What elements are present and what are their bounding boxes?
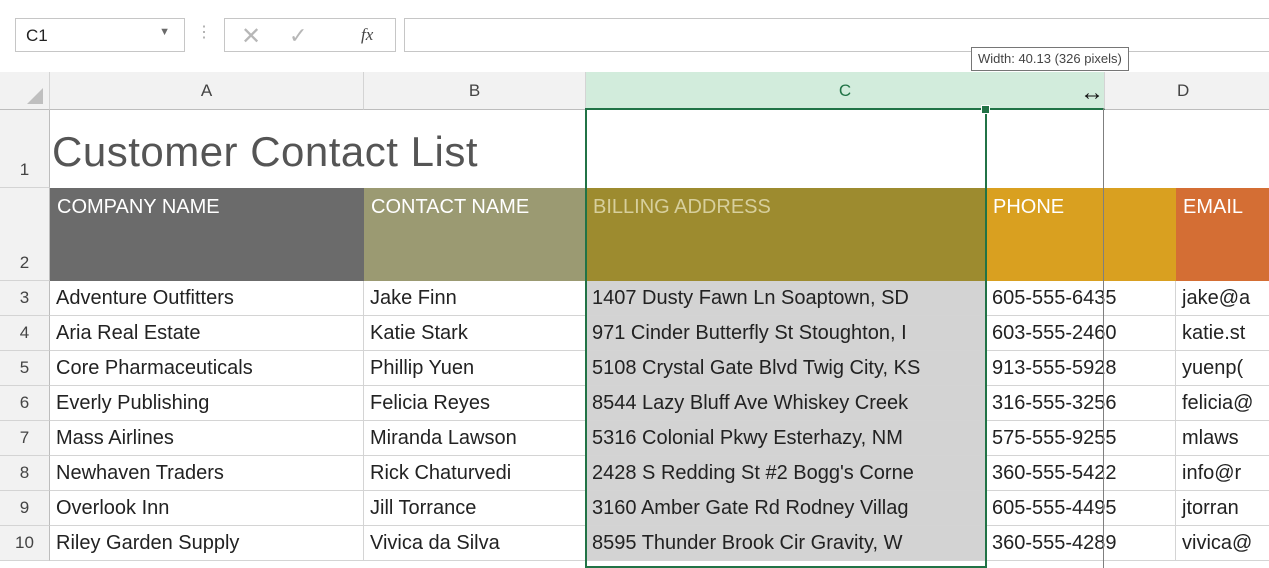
resize-guide-line [1103,108,1104,568]
cell-billing[interactable]: 2428 S Redding St #2 Bogg's Corne [586,456,986,491]
cell-phone[interactable]: 360-555-5422 [986,456,1176,491]
chevron-down-icon[interactable]: ▼ [159,26,170,38]
row-header-9[interactable]: 9 [0,491,50,526]
cell-contact[interactable]: Felicia Reyes [364,386,586,421]
cancel-icon[interactable]: ✕ [241,22,261,51]
cell-billing[interactable]: 5316 Colonial Pkwy Esterhazy, NM [586,421,986,456]
cell-company[interactable]: Newhaven Traders [50,456,364,491]
cell-contact[interactable]: Jake Finn [364,281,586,316]
cell-email[interactable]: mlaws [1176,421,1269,456]
cell-email[interactable]: jtorran [1176,491,1269,526]
sheet-title: Customer Contact List [52,128,478,175]
formula-input[interactable] [404,18,1269,52]
cell-contact[interactable]: Jill Torrance [364,491,586,526]
row-header-10[interactable]: 10 [0,526,50,561]
column-header-a[interactable]: A [50,72,364,110]
name-box[interactable]: C1 ▼ [15,18,185,52]
cell-billing[interactable]: 5108 Crystal Gate Blvd Twig City, KS [586,351,986,386]
cell-phone[interactable]: 603-555-2460 [986,316,1176,351]
cell-phone[interactable]: 913-555-5928 [986,351,1176,386]
cell-company[interactable]: Adventure Outfitters [50,281,364,316]
row-header-6[interactable]: 6 [0,386,50,421]
row-header-1[interactable]: 1 [0,110,50,188]
cell-contact[interactable]: Miranda Lawson [364,421,586,456]
header-billing-address[interactable]: BILLING ADDRESS [586,188,986,281]
cell-company[interactable]: Aria Real Estate [50,316,364,351]
cell-company[interactable]: Riley Garden Supply [50,526,364,561]
cell-company[interactable]: Core Pharmaceuticals [50,351,364,386]
row-header-2[interactable]: 2 [0,188,50,281]
cell-billing[interactable]: 1407 Dusty Fawn Ln Soaptown, SD [586,281,986,316]
column-header-c[interactable]: C [586,72,1105,110]
cell-company[interactable]: Mass Airlines [50,421,364,456]
cell-contact[interactable]: Rick Chaturvedi [364,456,586,491]
row-header-8[interactable]: 8 [0,456,50,491]
cell-contact[interactable]: Vivica da Silva [364,526,586,561]
more-options-icon[interactable]: ⋮ [196,22,212,42]
column-resize-cursor-icon: ↔ [1080,79,1104,106]
cell-email[interactable]: yuenp( [1176,351,1269,386]
cell-email[interactable]: felicia@ [1176,386,1269,421]
column-header-d-label: D [1177,81,1190,100]
row-header-7[interactable]: 7 [0,421,50,456]
cell-email[interactable]: vivica@ [1176,526,1269,561]
cell-email[interactable]: katie.st [1176,316,1269,351]
column-header-d[interactable]: D [1105,72,1269,110]
cell-email[interactable]: info@r [1176,456,1269,491]
enter-icon[interactable]: ✓ [289,23,307,49]
cell-phone[interactable]: 605-555-4495 [986,491,1176,526]
cell-billing[interactable]: 971 Cinder Butterfly St Stoughton, I [586,316,986,351]
fill-handle[interactable] [981,105,990,114]
header-contact-name[interactable]: CONTACT NAME [364,188,586,281]
cell-email[interactable]: jake@a [1176,281,1269,316]
row-header-4[interactable]: 4 [0,316,50,351]
insert-function-icon[interactable]: fx [361,25,373,45]
cell-billing[interactable]: 8544 Lazy Bluff Ave Whiskey Creek [586,386,986,421]
formula-buttons: ✕ ✓ fx [224,18,396,52]
header-company-name[interactable]: COMPANY NAME [50,188,364,281]
row-header-5[interactable]: 5 [0,351,50,386]
cell-company[interactable]: Overlook Inn [50,491,364,526]
cell-contact[interactable]: Katie Stark [364,316,586,351]
cell-billing[interactable]: 3160 Amber Gate Rd Rodney Villag [586,491,986,526]
cell-phone[interactable]: 360-555-4289 [986,526,1176,561]
row-header-3[interactable]: 3 [0,281,50,316]
cell-phone[interactable]: 605-555-6435 [986,281,1176,316]
column-width-tooltip: Width: 40.13 (326 pixels) [971,47,1129,71]
name-box-value: C1 [26,26,48,45]
cell-phone[interactable]: 316-555-3256 [986,386,1176,421]
cell-company[interactable]: Everly Publishing [50,386,364,421]
select-all-corner[interactable] [0,72,50,110]
cell-billing[interactable]: 8595 Thunder Brook Cir Gravity, W [586,526,986,561]
header-phone[interactable]: PHONE [986,188,1176,281]
column-header-b[interactable]: B [364,72,586,110]
cell-contact[interactable]: Phillip Yuen [364,351,586,386]
header-email[interactable]: EMAIL [1176,188,1269,281]
cell-phone[interactable]: 575-555-9255 [986,421,1176,456]
